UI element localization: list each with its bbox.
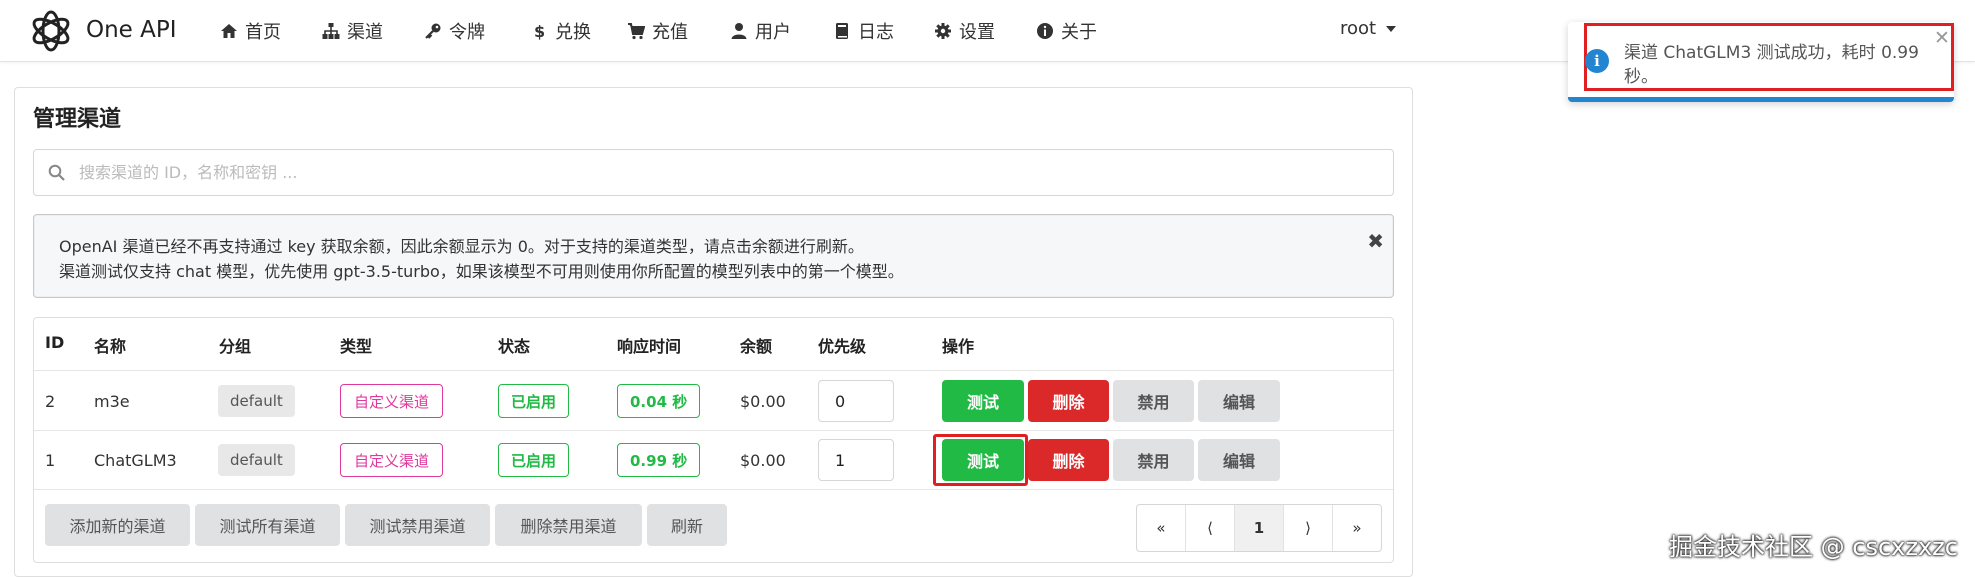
response-time-badge[interactable]: 0.04 秒 bbox=[617, 384, 701, 418]
delete-button[interactable]: 删除 bbox=[1028, 439, 1109, 481]
openai-logo-icon[interactable] bbox=[28, 8, 74, 54]
nav-item-logs[interactable]: 日志 bbox=[833, 18, 894, 44]
nav-item-users[interactable]: 用户 bbox=[730, 18, 791, 44]
nav-item-label: 令牌 bbox=[449, 22, 485, 43]
page-1-button[interactable]: 1 bbox=[1235, 505, 1284, 551]
delete-disabled-channels-button[interactable]: 删除禁用渠道 bbox=[495, 504, 642, 546]
test-button[interactable]: 测试 bbox=[942, 380, 1024, 422]
user-icon bbox=[731, 23, 747, 39]
priority-input[interactable] bbox=[818, 439, 894, 481]
column-header-response[interactable]: 响应时间 bbox=[617, 333, 681, 357]
cell-name: ChatGLM3 bbox=[94, 451, 177, 470]
disable-button[interactable]: 禁用 bbox=[1113, 439, 1194, 481]
book-icon bbox=[836, 23, 848, 39]
table-divider bbox=[34, 370, 1393, 371]
status-badge: 已启用 bbox=[498, 443, 570, 477]
user-menu[interactable]: root bbox=[1340, 18, 1397, 39]
cell-id: 1 bbox=[45, 451, 56, 470]
column-header-priority[interactable]: 优先级 bbox=[818, 333, 866, 357]
notice-message: OpenAI 渠道已经不再支持通过 key 获取余额，因此余额显示为 0。对于支… bbox=[33, 214, 1394, 298]
last-page-button[interactable]: » bbox=[1333, 505, 1381, 551]
refresh-button[interactable]: 刷新 bbox=[647, 504, 727, 546]
cart-icon bbox=[628, 23, 645, 40]
notice-line-1: OpenAI 渠道已经不再支持通过 key 获取余额，因此余额显示为 0。对于支… bbox=[59, 237, 864, 256]
nav-item-label: 关于 bbox=[1061, 22, 1097, 43]
dollar-icon: $ bbox=[534, 22, 545, 40]
search-box[interactable] bbox=[33, 149, 1394, 196]
first-page-button[interactable]: « bbox=[1137, 505, 1186, 551]
toast-message-line-2: 秒。 bbox=[1624, 67, 1658, 87]
add-channel-button[interactable]: 添加新的渠道 bbox=[45, 504, 190, 546]
type-badge: 自定义渠道 bbox=[340, 443, 444, 477]
column-header-type[interactable]: 类型 bbox=[340, 333, 372, 357]
nav-item-tokens[interactable]: 令牌 bbox=[424, 18, 485, 44]
toast-message-line-1: 渠道 ChatGLM3 测试成功，耗时 0.99 bbox=[1624, 43, 1919, 63]
notice-close-icon[interactable]: ✖ bbox=[1367, 229, 1384, 253]
priority-input[interactable] bbox=[818, 380, 894, 422]
nav-item-home[interactable]: 首页 bbox=[220, 18, 281, 44]
search-input[interactable] bbox=[79, 163, 1359, 182]
nav-item-redeem[interactable]: $ 兑换 bbox=[530, 18, 591, 44]
watermark-text: 掘金技术社区 @ cscxzxzc bbox=[1669, 533, 1958, 561]
brand-name[interactable]: One API bbox=[86, 17, 177, 43]
prev-page-button[interactable]: ⟨ bbox=[1186, 505, 1235, 551]
balance-value[interactable]: $0.00 bbox=[740, 451, 786, 470]
key-icon bbox=[425, 23, 441, 39]
home-icon bbox=[221, 24, 237, 38]
column-header-balance[interactable]: 余额 bbox=[740, 333, 772, 357]
test-disabled-channels-button[interactable]: 测试禁用渠道 bbox=[345, 504, 490, 546]
cell-name: m3e bbox=[94, 392, 130, 411]
edit-button[interactable]: 编辑 bbox=[1198, 380, 1280, 422]
close-icon[interactable]: ✕ bbox=[1934, 27, 1950, 49]
nav-item-settings[interactable]: 设置 bbox=[934, 18, 995, 44]
group-badge: default bbox=[218, 444, 295, 476]
page-title: 管理渠道 bbox=[33, 107, 122, 132]
column-header-status[interactable]: 状态 bbox=[498, 333, 530, 357]
info-icon: i bbox=[1585, 49, 1609, 73]
sitemap-icon bbox=[322, 23, 340, 39]
caret-down-icon bbox=[1386, 25, 1397, 32]
type-badge: 自定义渠道 bbox=[340, 384, 444, 418]
nav-item-label: 日志 bbox=[858, 22, 894, 43]
svg-text:$: $ bbox=[534, 22, 545, 40]
balance-value[interactable]: $0.00 bbox=[740, 392, 786, 411]
nav-item-label: 充值 bbox=[652, 22, 688, 43]
edit-button[interactable]: 编辑 bbox=[1198, 439, 1280, 481]
column-header-name[interactable]: 名称 bbox=[94, 333, 126, 357]
search-icon bbox=[48, 164, 65, 181]
next-page-button[interactable]: ⟩ bbox=[1284, 505, 1333, 551]
table-divider bbox=[34, 489, 1393, 490]
cell-id: 2 bbox=[45, 392, 56, 411]
group-badge: default bbox=[218, 385, 295, 417]
status-badge: 已启用 bbox=[498, 384, 570, 418]
delete-button[interactable]: 删除 bbox=[1028, 380, 1109, 422]
column-header-actions: 操作 bbox=[942, 337, 975, 356]
nav-item-label: 首页 bbox=[245, 22, 281, 43]
test-all-channels-button[interactable]: 测试所有渠道 bbox=[195, 504, 340, 546]
nav-item-label: 用户 bbox=[755, 22, 791, 43]
nav-item-label: 设置 bbox=[959, 22, 995, 43]
info-circle-icon bbox=[1037, 23, 1053, 39]
nav-item-about[interactable]: 关于 bbox=[1036, 18, 1097, 44]
nav-item-channels[interactable]: 渠道 bbox=[322, 18, 383, 44]
nav-item-topup[interactable]: 充值 bbox=[627, 18, 688, 44]
column-header-id[interactable]: ID bbox=[45, 333, 64, 352]
gear-icon bbox=[935, 23, 951, 39]
disable-button[interactable]: 禁用 bbox=[1113, 380, 1194, 422]
nav-item-label: 兑换 bbox=[555, 22, 591, 43]
user-name: root bbox=[1340, 18, 1377, 39]
notice-line-2: 渠道测试仅支持 chat 模型，优先使用 gpt-3.5-turbo，如果该模型… bbox=[59, 262, 904, 281]
column-header-group[interactable]: 分组 bbox=[219, 333, 251, 357]
nav-item-label: 渠道 bbox=[347, 22, 383, 43]
response-time-badge[interactable]: 0.99 秒 bbox=[617, 443, 701, 477]
table-divider bbox=[34, 430, 1393, 431]
highlight-box bbox=[933, 434, 1028, 486]
pagination: « ⟨ 1 ⟩ » bbox=[1136, 504, 1382, 552]
